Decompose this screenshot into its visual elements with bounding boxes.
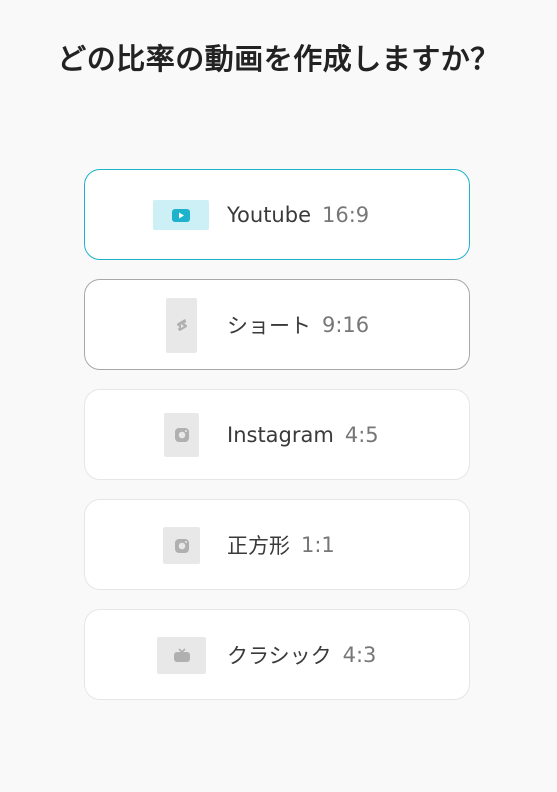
instagram-icon [174,428,189,442]
option-name: 正方形 [227,533,290,558]
option-youtube[interactable]: Youtube 16:9 [84,169,470,260]
tv-icon [173,648,190,662]
thumb-9-16 [166,298,197,353]
thumb-1-1 [163,527,200,564]
option-instagram[interactable]: Instagram 4:5 [84,389,470,480]
option-ratio: 16:9 [322,202,370,227]
option-ratio: 9:16 [322,312,370,337]
thumb-16-9 [153,200,209,230]
page-title: どの比率の動画を作成しますか？ [57,42,500,76]
option-label: Youtube 16:9 [227,170,369,259]
option-square[interactable]: 正方形 1:1 [84,499,470,590]
option-name: Instagram [227,422,334,447]
option-label: 正方形 1:1 [227,500,335,589]
option-label: クラシック 4:3 [227,610,376,699]
option-name: クラシック [227,643,332,668]
play-icon [172,208,190,222]
option-ratio: 4:3 [342,642,377,667]
option-shorts[interactable]: ショート 9:16 [84,279,470,370]
shorts-icon [176,318,187,331]
option-ratio: 4:5 [344,422,379,447]
thumb-4-3 [157,637,206,674]
instagram-icon [174,538,189,553]
option-label: ショート 9:16 [227,280,369,369]
option-label: Instagram 4:5 [227,390,379,479]
option-ratio: 1:1 [301,532,335,557]
option-name: ショート [227,313,311,338]
aspect-ratio-page: どの比率の動画を作成しますか？ Youtube 16:9 ショート 9:16 I… [0,0,557,792]
option-classic[interactable]: クラシック 4:3 [84,609,470,700]
thumb-4-5 [164,413,199,457]
ratio-option-list: Youtube 16:9 ショート 9:16 Instagram 4:5 正方形… [84,169,470,719]
option-name: Youtube [227,202,311,227]
